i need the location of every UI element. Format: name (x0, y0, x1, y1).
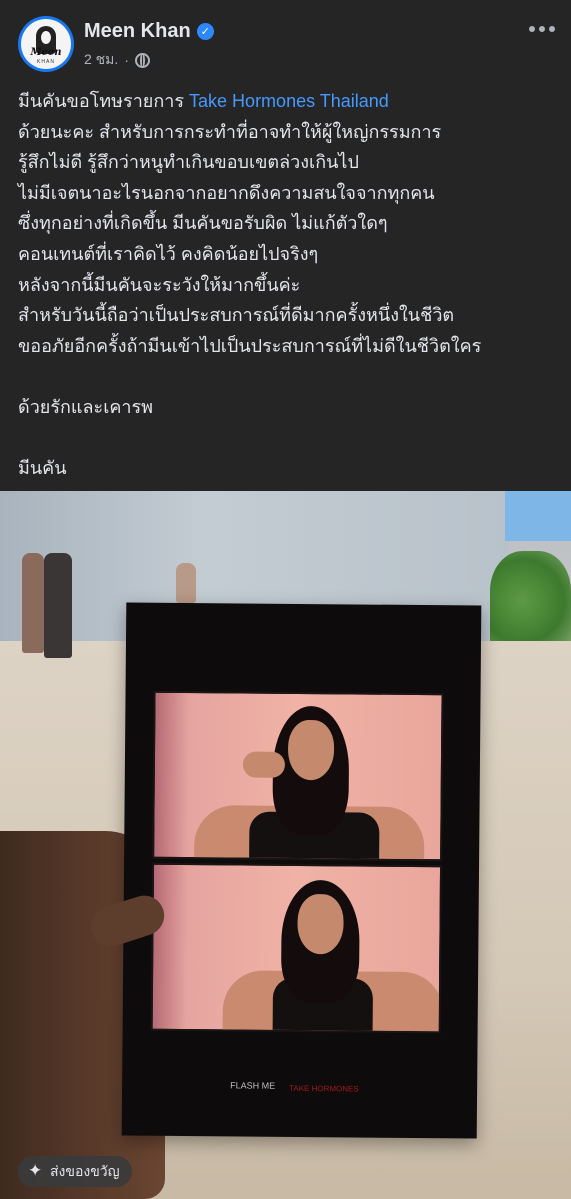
meta-separator: · (124, 52, 129, 68)
post-text-line-5: ซึ่งทุกอย่างที่เกิดขึ้น มีนคันขอรับผิด ไ… (18, 213, 388, 234)
avatar-logo: Meen KHAN (21, 19, 71, 69)
post-time[interactable]: 2 ชม. (84, 49, 118, 71)
photo-strip-card: FLASH ME TAKE HORMONES (121, 602, 482, 1139)
avatar-logo-text: Meen (30, 47, 62, 58)
author-name[interactable]: Meen Khan (84, 20, 191, 43)
post-closing: ด้วยรักและเคารพ (18, 396, 154, 417)
gift-icon (28, 1161, 44, 1181)
verified-badge-icon: ✓ (196, 23, 214, 40)
photo-tree (490, 551, 571, 651)
background-person (176, 563, 196, 603)
globe-icon[interactable] (134, 52, 150, 68)
background-person (44, 553, 72, 658)
post-header: Meen KHAN Meen Khan ✓ 2 ชม. · (0, 0, 571, 82)
post-text-line-7: หลังจากนี้มีนคันจะระวังให้มากขึ้นค่ะ (18, 274, 301, 295)
avatar-logo-sub: KHAN (37, 59, 55, 65)
card-logo-left: FLASH ME (230, 1080, 276, 1091)
author-row: Meen Khan ✓ (84, 20, 214, 43)
more-options-icon[interactable] (527, 18, 557, 40)
post-text-line-8: สำหรับวันนี้ถือว่าเป็นประสบการณ์ที่ดีมาก… (18, 305, 455, 326)
photo-strip-frame-1 (152, 690, 444, 862)
post-photo[interactable]: FLASH ME TAKE HORMONES (0, 491, 571, 1199)
send-gift-label: ส่งของขวัญ (50, 1162, 120, 1179)
tagged-page-link[interactable]: Take Hormones Thailand (189, 91, 389, 111)
send-gift-button[interactable]: ส่งของขวัญ (18, 1156, 132, 1187)
post-meta: 2 ชม. · (84, 49, 150, 71)
post-text: มีนคันขอโทษรายการ Take Hormones Thailand… (18, 86, 563, 484)
card-logo-right: TAKE HORMONES (289, 1083, 359, 1094)
post-text-line-1: มีนคันขอโทษรายการ Take Hormones Thailand (18, 91, 389, 111)
post-text-line-9: ขออภัยอีกครั้งถ้ามีนเข้าไปเป็นประสบการณ์… (18, 335, 482, 356)
background-person (22, 553, 44, 653)
photo-strip-frame-2 (150, 862, 443, 1034)
photo-sky (505, 491, 571, 541)
post-text-line-2: ด้วยนะคะ สำหรับการกระทำที่อาจทำให้ผู้ใหญ… (18, 121, 442, 142)
post-text-line-6: คอนเทนต์ที่เราคิดไว้ คงคิดน้อยไปจริงๆ (18, 243, 319, 264)
post-text-line-4: ไม่มีเจตนาอะไรนอกจากอยากดึงความสนใจจากทุ… (18, 182, 435, 203)
post-text-line-3: รู้สึกไม่ดี รู้สึกว่าหนูทำเกินขอบเขตล่วง… (18, 152, 359, 173)
post-signature: มีนคัน (18, 458, 67, 479)
author-avatar[interactable]: Meen KHAN (18, 16, 74, 72)
